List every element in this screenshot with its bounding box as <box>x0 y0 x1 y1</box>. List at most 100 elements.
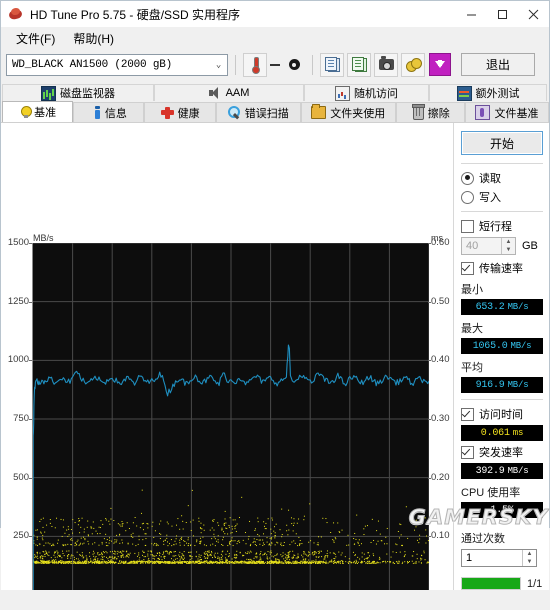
y-axis-tickmark <box>29 360 32 362</box>
access-time-value-box: 0.061 ms <box>461 425 543 441</box>
cpu-usage-value: 1.5% <box>490 504 514 516</box>
checkbox-burst-rate-icon <box>461 445 474 459</box>
divider-2 <box>461 211 543 212</box>
download-icon[interactable] <box>429 53 451 76</box>
tab-health[interactable]: 健康 <box>144 102 216 122</box>
spinner-up-icon-2[interactable]: ▲ <box>523 550 536 558</box>
status-bar <box>1 590 549 610</box>
tab-file-benchmark-label: 文件基准 <box>494 107 539 120</box>
window-title: HD Tune Pro 5.75 - 硬盘/SSD 实用程序 <box>30 7 241 22</box>
divider-3 <box>461 399 543 400</box>
app-disc-icon <box>8 6 24 22</box>
gear-icon[interactable] <box>283 54 305 76</box>
menu-file[interactable]: 文件(F) <box>7 28 64 49</box>
radio-read-icon <box>461 171 474 185</box>
progress-row: 1/1 <box>461 577 543 590</box>
tab-extra-test[interactable]: 额外测试 <box>429 84 547 101</box>
radio-write-icon <box>461 190 474 204</box>
y-axis-tickmark <box>29 419 32 420</box>
tab-folder-usage-label: 文件夹使用 <box>330 107 386 120</box>
max-label: 最大 <box>461 323 483 335</box>
spinner-down-icon-2[interactable]: ▼ <box>523 558 536 566</box>
menu-help[interactable]: 帮助(H) <box>64 28 123 49</box>
spinner-up-icon[interactable]: ▲ <box>502 238 515 246</box>
checkbox-transfer-rate-icon <box>461 261 474 275</box>
bulb-icon <box>21 105 33 119</box>
min-value: 653.2 <box>475 301 505 313</box>
avg-value: 916.9 <box>475 379 505 391</box>
tab-erase-label: 擦除 <box>427 107 450 120</box>
tab-error-scan[interactable]: 错误扫描 <box>215 102 301 122</box>
exit-button[interactable]: 退出 <box>461 53 535 76</box>
tab-aam[interactable]: AAM <box>154 84 304 101</box>
speaker-icon <box>208 87 222 99</box>
cpu-usage-value-box: 1.5% <box>461 502 543 518</box>
tab-benchmark[interactable]: 基准 <box>2 101 74 122</box>
burst-rate-checkbox[interactable]: 突发速率 <box>461 444 543 460</box>
max-unit: MB/s <box>510 341 532 351</box>
start-button[interactable]: 开始 <box>461 131 543 155</box>
thermometer-icon[interactable] <box>243 52 267 77</box>
health-cross-icon <box>160 106 174 119</box>
y2-axis-tickmark <box>428 243 431 244</box>
tab-disk-monitor[interactable]: 磁盘监视器 <box>2 84 154 101</box>
short-stroke-checkbox[interactable]: 短行程 <box>461 218 543 234</box>
short-stroke-input[interactable]: 40 ▲ ▼ <box>461 237 516 255</box>
camera-icon[interactable] <box>374 52 398 77</box>
y2-axis-tick: 0.10 <box>431 530 450 542</box>
tab-info-label: 信息 <box>104 107 127 120</box>
tab-random-access[interactable]: 随机访问 <box>304 84 429 101</box>
drive-select-value: WD_BLACK AN1500 (2000 gB) <box>12 58 173 71</box>
checkbox-short-stroke-icon <box>461 219 474 233</box>
tab-info[interactable]: 信息 <box>73 102 145 122</box>
drive-select-dropdown[interactable]: WD_BLACK AN1500 (2000 gB) ⌄ <box>6 53 228 76</box>
y-axis-tick: 1500 <box>7 237 29 248</box>
copy-green-icon[interactable] <box>347 52 371 77</box>
y-axis-tickmark <box>29 536 32 538</box>
y2-axis-tickmark <box>428 301 431 303</box>
tab-row-primary: 基准 信息 健康 错误扫描 文件夹使用 擦除 文件基准 <box>1 101 549 123</box>
pass-count-input[interactable]: 1 ▲ ▼ <box>461 549 537 567</box>
close-button[interactable] <box>518 1 549 27</box>
transfer-rate-label: 传输速率 <box>479 263 523 275</box>
trash-icon <box>412 104 426 120</box>
tab-erase[interactable]: 擦除 <box>395 102 465 122</box>
mode-write-option[interactable]: 写入 <box>461 189 543 205</box>
y-axis-tickmark <box>29 301 32 303</box>
copy-blue-icon[interactable] <box>320 52 344 77</box>
title-bar: HD Tune Pro 5.75 - 硬盘/SSD 实用程序 <box>1 1 549 28</box>
tab-health-label: 健康 <box>177 107 200 120</box>
access-time-unit: ms <box>512 428 524 438</box>
maximize-button[interactable] <box>487 1 518 27</box>
pass-count-label: 通过次数 <box>461 533 505 545</box>
tab-folder-usage[interactable]: 文件夹使用 <box>300 102 396 122</box>
tab-file-benchmark[interactable]: 文件基准 <box>464 102 549 122</box>
y2-axis-tickmark <box>428 536 431 538</box>
pass-count-stepper-row: 1 ▲ ▼ <box>461 549 543 567</box>
cpu-usage-label: CPU 使用率 <box>461 487 521 499</box>
mode-read-option[interactable]: 读取 <box>461 170 543 186</box>
coins-icon[interactable] <box>401 52 425 77</box>
y2-axis-tickmark <box>428 477 431 479</box>
mode-read-label: 读取 <box>479 173 501 185</box>
y-axis-tick: 500 <box>13 471 29 483</box>
pass-count-spinner[interactable]: ▲ ▼ <box>522 550 536 566</box>
short-stroke-value: 40 <box>466 240 479 252</box>
temperature-value <box>270 63 280 66</box>
control-panel: 开始 读取 写入 短行程 40 ▲ ▼ GB 传输速率 最小 653.2 MB/… <box>453 123 549 590</box>
plot-area <box>32 243 429 596</box>
access-time-checkbox[interactable]: 访问时间 <box>461 406 543 422</box>
y2-axis-tickmark <box>428 419 431 420</box>
menu-bar: 文件(F) 帮助(H) <box>1 28 549 49</box>
tab-random-access-label: 随机访问 <box>354 88 398 100</box>
minimize-button[interactable] <box>456 1 487 27</box>
spinner-down-icon[interactable]: ▼ <box>502 246 515 254</box>
y2-axis-tick: 0.50 <box>431 295 450 307</box>
y-axis-tickmark <box>29 477 32 479</box>
y2-axis-tick: 0.40 <box>431 354 450 366</box>
transfer-rate-checkbox[interactable]: 传输速率 <box>461 260 543 276</box>
info-icon <box>94 106 101 119</box>
checkbox-access-time-icon <box>461 407 474 421</box>
short-stroke-spinner[interactable]: ▲ ▼ <box>501 238 515 254</box>
avg-unit: MB/s <box>507 380 529 390</box>
